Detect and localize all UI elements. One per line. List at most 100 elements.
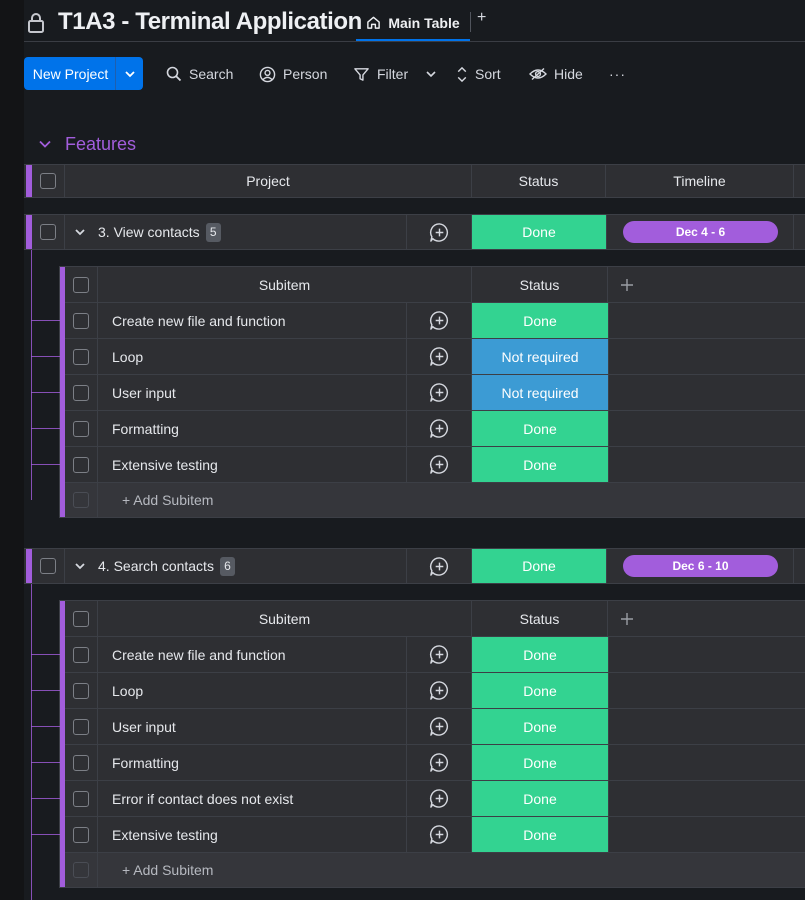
- item-timeline-cell[interactable]: Dec 6 - 10: [606, 549, 794, 583]
- new-project-label[interactable]: New Project: [24, 57, 116, 90]
- subitem-name[interactable]: Extensive testing: [98, 447, 407, 483]
- add-update-icon[interactable]: [429, 752, 450, 773]
- item-name[interactable]: 4. Search contacts: [98, 558, 214, 574]
- item-name[interactable]: 3. View contacts: [98, 224, 200, 240]
- new-project-button[interactable]: New Project: [24, 57, 143, 90]
- tab-main-table[interactable]: Main Table: [356, 4, 470, 41]
- subitem-updates-cell[interactable]: [407, 637, 472, 673]
- subitem-status[interactable]: Done: [472, 411, 608, 447]
- person-button[interactable]: Person: [259, 62, 327, 86]
- column-header-project[interactable]: Project: [65, 165, 472, 197]
- board-title[interactable]: T1A3 - Terminal Application: [58, 8, 362, 36]
- subitem-checkbox[interactable]: [73, 312, 89, 329]
- subitem-status-header[interactable]: Status: [472, 267, 608, 303]
- subitem-status[interactable]: Done: [472, 673, 608, 709]
- subitem-select-all-checkbox[interactable]: [73, 610, 89, 627]
- add-column-button[interactable]: [608, 601, 646, 637]
- subitem-name[interactable]: User input: [98, 709, 407, 745]
- subitem-updates-cell[interactable]: [407, 303, 472, 339]
- subitem-updates-cell[interactable]: [407, 709, 472, 745]
- add-column-button[interactable]: [608, 267, 646, 303]
- group-title[interactable]: Features: [65, 134, 136, 155]
- add-subitem-row[interactable]: + Add Subitem: [98, 853, 805, 887]
- select-all-checkbox[interactable]: [40, 173, 56, 189]
- subitem-updates-cell[interactable]: [407, 781, 472, 817]
- sort-button[interactable]: Sort: [456, 62, 501, 86]
- chevron-down-icon[interactable]: [74, 560, 86, 572]
- add-update-icon[interactable]: [429, 644, 450, 665]
- subitem-status[interactable]: Done: [472, 447, 608, 483]
- subitem-count-badge[interactable]: 6: [219, 556, 235, 576]
- item-checkbox[interactable]: [40, 224, 56, 240]
- subitem-status[interactable]: Done: [472, 303, 608, 339]
- subitem-checkbox[interactable]: [73, 718, 89, 735]
- subitem-status-header[interactable]: Status: [472, 601, 608, 637]
- item-timeline-cell[interactable]: Dec 4 - 6: [606, 215, 794, 249]
- add-update-icon[interactable]: [429, 418, 450, 439]
- subitem-checkbox[interactable]: [73, 754, 89, 771]
- chevron-down-icon[interactable]: [74, 226, 86, 238]
- add-update-icon[interactable]: [429, 824, 450, 845]
- subitem-checkbox[interactable]: [73, 682, 89, 699]
- subitem-updates-cell[interactable]: [407, 745, 472, 781]
- chevron-down-icon[interactable]: [425, 68, 437, 80]
- search-button[interactable]: Search: [166, 62, 233, 86]
- column-header-status[interactable]: Status: [472, 165, 606, 197]
- item-updates-cell[interactable]: [407, 549, 472, 583]
- subitem-name[interactable]: Formatting: [98, 745, 407, 781]
- more-options-button[interactable]: ···: [609, 62, 626, 86]
- subitem-updates-cell[interactable]: [407, 673, 472, 709]
- subitem-name[interactable]: Loop: [98, 673, 407, 709]
- subitem-column-header[interactable]: Subitem: [98, 601, 472, 637]
- item-status[interactable]: Done: [472, 215, 606, 249]
- subitem-name[interactable]: Error if contact does not exist: [98, 781, 407, 817]
- add-update-icon[interactable]: [429, 382, 450, 403]
- subitem-checkbox[interactable]: [73, 384, 89, 401]
- add-update-icon[interactable]: [429, 310, 450, 331]
- subitem-status[interactable]: Not required: [472, 339, 608, 375]
- add-update-icon[interactable]: [429, 788, 450, 809]
- subitem-status[interactable]: Done: [472, 745, 608, 781]
- subitem-updates-cell[interactable]: [407, 375, 472, 411]
- subitem-status[interactable]: Done: [472, 817, 608, 853]
- subitem-updates-cell[interactable]: [407, 411, 472, 447]
- add-subitem-button[interactable]: + Add Subitem: [122, 862, 213, 878]
- add-update-icon[interactable]: [429, 680, 450, 701]
- subitem-updates-cell[interactable]: [407, 817, 472, 853]
- subitem-name[interactable]: Create new file and function: [98, 303, 407, 339]
- subitem-status[interactable]: Done: [472, 781, 608, 817]
- subitem-status[interactable]: Done: [472, 637, 608, 673]
- filter-button[interactable]: Filter: [353, 62, 437, 86]
- new-project-dropdown[interactable]: [116, 57, 143, 90]
- item-status[interactable]: Done: [472, 549, 606, 583]
- subitem-name[interactable]: Loop: [98, 339, 407, 375]
- subitem-name[interactable]: Formatting: [98, 411, 407, 447]
- subitem-updates-cell[interactable]: [407, 339, 472, 375]
- subitem-checkbox[interactable]: [73, 420, 89, 437]
- add-update-icon[interactable]: [429, 716, 450, 737]
- add-subitem-row[interactable]: + Add Subitem: [98, 483, 805, 517]
- subitem-checkbox[interactable]: [73, 348, 89, 365]
- subitem-name[interactable]: Extensive testing: [98, 817, 407, 853]
- item-name-cell[interactable]: 3. View contacts 5: [65, 215, 407, 249]
- subitem-checkbox[interactable]: [73, 456, 89, 473]
- item-checkbox[interactable]: [40, 558, 56, 574]
- timeline-pill[interactable]: Dec 6 - 10: [623, 555, 778, 577]
- subitem-count-badge[interactable]: 5: [205, 222, 221, 242]
- subitem-checkbox[interactable]: [73, 790, 89, 807]
- timeline-pill[interactable]: Dec 4 - 6: [623, 221, 778, 243]
- add-update-icon[interactable]: [429, 222, 450, 243]
- subitem-column-header[interactable]: Subitem: [98, 267, 472, 303]
- subitem-status[interactable]: Not required: [472, 375, 608, 411]
- item-name-cell[interactable]: 4. Search contacts 6: [65, 549, 407, 583]
- add-update-icon[interactable]: [429, 556, 450, 577]
- item-updates-cell[interactable]: [407, 215, 472, 249]
- column-header-timeline[interactable]: Timeline: [606, 165, 794, 197]
- hide-button[interactable]: Hide: [529, 62, 583, 86]
- add-update-icon[interactable]: [429, 346, 450, 367]
- subitem-name[interactable]: User input: [98, 375, 407, 411]
- subitem-status[interactable]: Done: [472, 709, 608, 745]
- subitem-select-all-checkbox[interactable]: [73, 276, 89, 293]
- add-update-icon[interactable]: [429, 454, 450, 475]
- subitem-updates-cell[interactable]: [407, 447, 472, 483]
